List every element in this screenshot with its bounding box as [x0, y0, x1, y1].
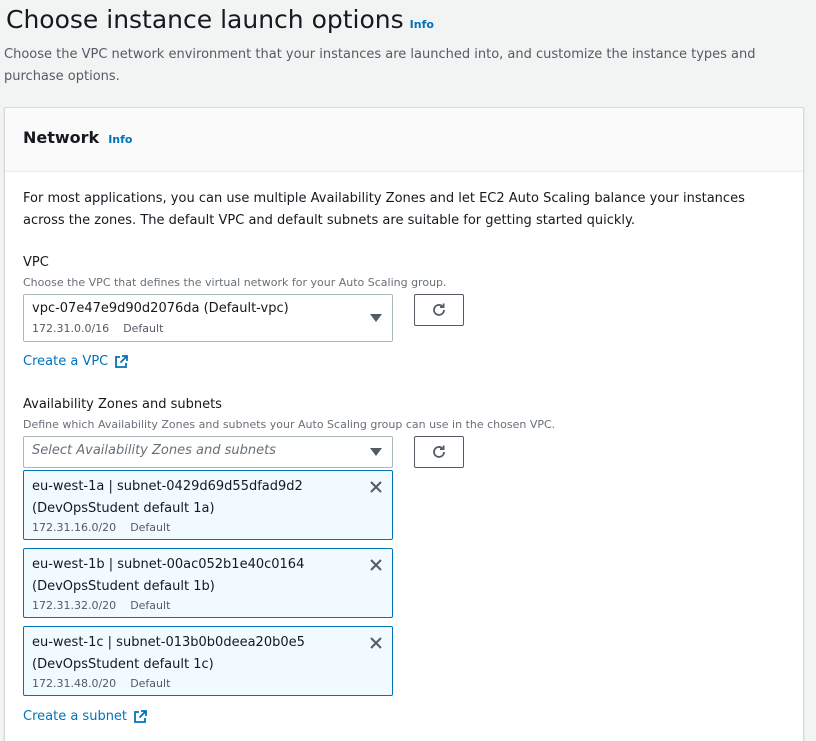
- subnet-token: eu-west-1b | subnet-00ac052b1e40c0164 (D…: [23, 548, 393, 618]
- vpc-refresh-button[interactable]: [414, 294, 464, 326]
- network-title: Network: [23, 128, 100, 147]
- subnet-token-title: eu-west-1a | subnet-0429d69d55dfad9d2: [32, 479, 303, 494]
- network-panel-header: Network Info: [5, 108, 803, 172]
- close-icon[interactable]: [368, 557, 384, 573]
- subnet-token-title: eu-west-1b | subnet-00ac052b1e40c0164: [32, 557, 305, 572]
- subnet-token-title: eu-west-1c | subnet-013b0b0deea20b0e5: [32, 635, 305, 650]
- network-intro: For most applications, you can use multi…: [23, 191, 745, 228]
- subnet-token-tag: Default: [130, 677, 171, 690]
- subnet-token-tag: Default: [130, 521, 171, 534]
- create-subnet-link[interactable]: Create a subnet: [23, 709, 147, 724]
- page-header: Choose instance launch options Info: [6, 4, 806, 36]
- network-panel: Network Info For most applications, you c…: [4, 107, 804, 741]
- external-link-icon: [134, 709, 147, 723]
- vpc-label: VPC: [23, 255, 49, 270]
- vpc-description: Choose the VPC that defines the virtual …: [23, 276, 447, 289]
- vpc-select[interactable]: vpc-07e47e9d90d2076da (Default-vpc) 172.…: [23, 294, 393, 342]
- subnet-token-cidr-row: 172.31.48.0/20 Default: [32, 677, 170, 690]
- chevron-down-icon: [370, 448, 382, 456]
- subnets-refresh-button[interactable]: [414, 436, 464, 468]
- subnet-token-name: (DevOpsStudent default 1b): [32, 579, 215, 594]
- subnet-token-cidr: 172.31.32.0/20: [32, 599, 117, 612]
- refresh-icon: [433, 303, 445, 316]
- subnets-label: Availability Zones and subnets: [23, 397, 222, 412]
- create-subnet-label: Create a subnet: [23, 709, 128, 724]
- close-icon[interactable]: [368, 635, 384, 651]
- subnet-token-tag: Default: [130, 599, 171, 612]
- subnet-token: eu-west-1c | subnet-013b0b0deea20b0e5 (D…: [23, 626, 393, 696]
- subnet-token-cidr-row: 172.31.16.0/20 Default: [32, 521, 170, 534]
- create-vpc-link[interactable]: Create a VPC: [23, 354, 129, 369]
- page-info-link[interactable]: Info: [410, 18, 434, 31]
- vpc-tag: Default: [123, 322, 164, 335]
- create-vpc-label: Create a VPC: [23, 354, 109, 369]
- vpc-cidr-row: 172.31.0.0/16 Default: [32, 322, 163, 335]
- subnet-token: eu-west-1a | subnet-0429d69d55dfad9d2 (D…: [23, 470, 393, 540]
- subnet-token-name: (DevOpsStudent default 1a): [32, 501, 215, 516]
- subnets-select[interactable]: Select Availability Zones and subnets: [23, 436, 393, 468]
- vpc-cidr: 172.31.0.0/16: [32, 322, 110, 335]
- subnet-token-cidr: 172.31.48.0/20: [32, 677, 117, 690]
- external-link-icon: [115, 354, 129, 368]
- subnets-description: Define which Availability Zones and subn…: [23, 418, 556, 431]
- page-title: Choose instance launch options: [6, 5, 404, 34]
- close-icon[interactable]: [368, 479, 384, 495]
- network-info-link[interactable]: Info: [108, 133, 132, 146]
- vpc-selected-value: vpc-07e47e9d90d2076da (Default-vpc): [32, 301, 289, 316]
- refresh-icon: [433, 445, 445, 458]
- chevron-down-icon: [370, 314, 382, 322]
- subnet-token-name: (DevOpsStudent default 1c): [32, 657, 214, 672]
- subnet-token-cidr: 172.31.16.0/20: [32, 521, 117, 534]
- subnet-token-cidr-row: 172.31.32.0/20 Default: [32, 599, 170, 612]
- page-description: Choose the VPC network environment that …: [4, 47, 756, 84]
- subnets-placeholder: Select Availability Zones and subnets: [32, 443, 276, 458]
